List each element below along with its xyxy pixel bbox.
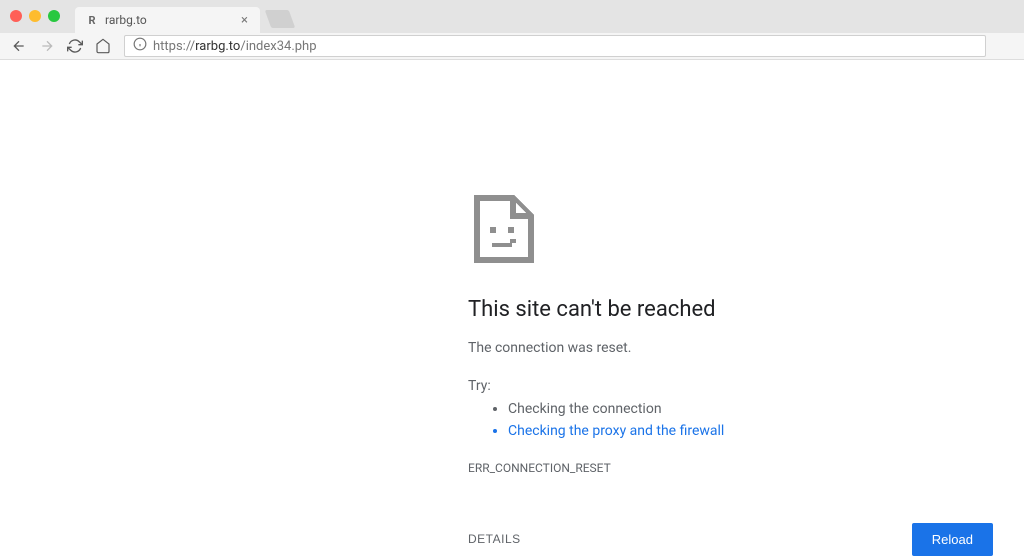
error-subtitle: The connection was reset. — [468, 340, 1024, 356]
site-info-icon[interactable] — [133, 37, 147, 55]
error-page: This site can't be reached The connectio… — [0, 60, 1024, 556]
suggestion-list: Checking the connection Checking the pro… — [468, 398, 1024, 443]
new-tab-button[interactable] — [265, 10, 296, 28]
tab-bar: R rarbg.to × — [75, 7, 292, 33]
maximize-window-button[interactable] — [48, 10, 60, 22]
details-button[interactable]: DETAILS — [468, 532, 521, 546]
tab-favicon: R — [85, 13, 99, 27]
home-button[interactable] — [92, 35, 114, 57]
error-title: This site can't be reached — [468, 297, 1024, 322]
reload-button[interactable] — [64, 35, 86, 57]
minimize-window-button[interactable] — [29, 10, 41, 22]
try-label: Try: — [468, 378, 1024, 394]
toolbar: https://rarbg.to/index34.php — [0, 33, 1024, 60]
error-code: ERR_CONNECTION_RESET — [468, 461, 1024, 475]
tab-title: rarbg.to — [105, 13, 239, 27]
browser-chrome: R rarbg.to × https://rarbg.to/index34.ph… — [0, 0, 1024, 60]
window-controls — [10, 10, 60, 22]
reload-page-button[interactable]: Reload — [912, 523, 993, 556]
back-button[interactable] — [8, 35, 30, 57]
address-bar[interactable]: https://rarbg.to/index34.php — [124, 35, 986, 57]
url-domain: rarbg.to — [195, 39, 240, 54]
suggestion-link[interactable]: Checking the proxy and the firewall — [508, 420, 1024, 442]
error-footer: DETAILS Reload — [468, 523, 993, 556]
close-tab-button[interactable]: × — [239, 13, 250, 28]
browser-tab[interactable]: R rarbg.to × — [75, 7, 260, 33]
url-protocol: https:// — [153, 39, 195, 54]
url-path: /index34.php — [240, 39, 316, 54]
suggestion-item: Checking the connection — [508, 398, 1024, 420]
forward-button[interactable] — [36, 35, 58, 57]
close-window-button[interactable] — [10, 10, 22, 22]
sad-page-icon — [470, 195, 542, 267]
